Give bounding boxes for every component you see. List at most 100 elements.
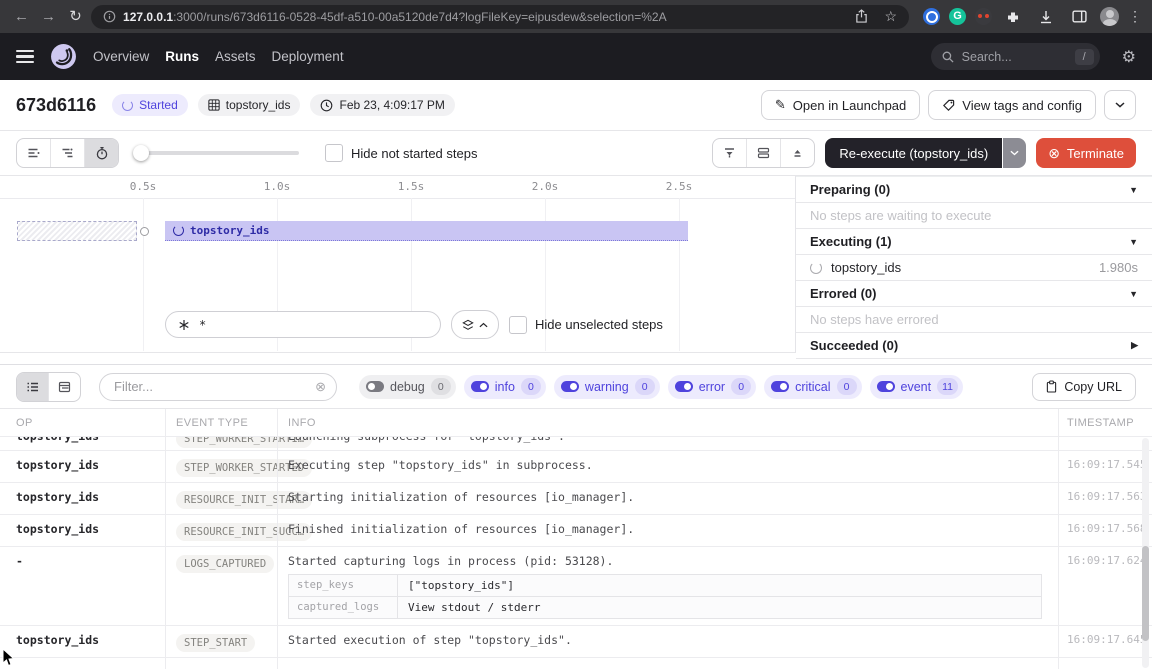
caret-down-icon: ▼ <box>1129 237 1138 247</box>
share-icon[interactable] <box>855 9 868 24</box>
log-row[interactable]: topstory_ids RESOURCE_INIT_SUCC… Finishe… <box>0 515 1152 547</box>
view-stdout-stderr-link[interactable]: View stdout / stderr <box>398 597 550 618</box>
level-toggle-event[interactable]: event 11 <box>870 375 964 399</box>
hide-unselected-row: Hide unselected steps <box>509 316 663 334</box>
search-shortcut-key: / <box>1075 49 1094 65</box>
col-op: OP <box>0 417 165 429</box>
extension-icon-blue[interactable] <box>923 8 940 25</box>
graph-query-button[interactable] <box>451 310 499 339</box>
run-main: 0.5s 1.0s 1.5s 2.0s 2.5s topstory_ids * <box>0 176 1152 364</box>
axis-tick: 1.5s <box>398 180 425 193</box>
waterfall-view-button[interactable] <box>50 139 84 167</box>
download-icon[interactable] <box>1034 10 1058 24</box>
log-filter-input[interactable] <box>112 378 315 395</box>
extension-icon-dark[interactable] <box>975 8 992 25</box>
gantt-step-bar[interactable]: topstory_ids <box>165 221 688 241</box>
log-row[interactable]: topstory_ids RESOURCE_INIT_STAR… Startin… <box>0 483 1152 515</box>
run-actions-chevron-button[interactable] <box>1104 90 1136 120</box>
gantt-dependency-dot <box>140 227 149 236</box>
nav-item-overview[interactable]: Overview <box>93 49 149 64</box>
app-nav: Overview Runs Assets Deployment Search..… <box>0 33 1152 80</box>
side-panel-icon[interactable] <box>1067 10 1091 23</box>
nav-item-runs[interactable]: Runs <box>165 49 199 64</box>
level-toggle-info[interactable]: info 0 <box>464 375 546 399</box>
level-toggle-error[interactable]: error 0 <box>668 375 756 399</box>
rows-button[interactable] <box>746 139 780 167</box>
log-timestamp[interactable]: 16:09:17.545 <box>1058 451 1152 482</box>
open-in-launchpad-button[interactable]: ✎ Open in Launchpad <box>761 90 920 120</box>
log-op: topstory_ids <box>0 451 165 478</box>
section-errored[interactable]: Errored (0) ▼ <box>796 281 1152 307</box>
terminate-button[interactable]: ⊗ Terminate <box>1036 138 1136 168</box>
reexecute-caret-button[interactable] <box>1003 138 1026 168</box>
log-row[interactable]: topstory_ids STEP_START Started executio… <box>0 626 1152 658</box>
section-executing[interactable]: Executing (1) ▼ <box>796 229 1152 255</box>
step-name[interactable]: topstory_ids <box>831 260 901 275</box>
log-op: topstory_ids <box>0 626 165 653</box>
hide-not-started-checkbox[interactable] <box>325 144 343 162</box>
level-count-badge: 0 <box>431 378 451 395</box>
gantt-zoom-slider[interactable] <box>133 145 299 161</box>
log-list-view-button[interactable] <box>17 373 48 401</box>
reexecute-button[interactable]: Re-execute (topstory_ids) <box>825 138 1002 168</box>
site-info-icon[interactable] <box>103 10 116 23</box>
reload-icon[interactable]: ↻ <box>64 0 87 33</box>
collapse-down-button[interactable] <box>713 139 746 167</box>
log-timestamp <box>1058 437 1152 451</box>
clear-filter-icon[interactable]: ⊗ <box>315 379 326 395</box>
eject-up-button[interactable] <box>780 139 814 167</box>
log-toolbar: ⊗ debug 0 info 0 warning 0 error 0 <box>0 364 1152 409</box>
event-log-table: OP EVENT TYPE INFO TIMESTAMP topstory_id… <box>0 409 1152 669</box>
profile-avatar[interactable] <box>1100 7 1119 26</box>
settings-gear-icon[interactable]: ⚙ <box>1122 47 1136 67</box>
log-timestamp[interactable]: 16:09:17.624 <box>1058 547 1152 625</box>
section-succeeded[interactable]: Succeeded (0) ▶ <box>796 333 1152 359</box>
log-timestamp[interactable]: 16:09:17.563 <box>1058 483 1152 514</box>
gridline <box>143 198 144 351</box>
clock-icon <box>320 99 333 112</box>
log-info: Executing step "topstory_ids" in subproc… <box>277 451 1058 482</box>
section-preparing[interactable]: Preparing (0) ▼ <box>796 177 1152 203</box>
search-placeholder: Search... <box>962 50 1067 64</box>
run-status-badge: Started <box>112 94 188 116</box>
address-bar[interactable]: 127.0.0.1:3000/runs/673d6116-0528-45df-a… <box>91 5 909 29</box>
flat-view-button[interactable] <box>17 139 50 167</box>
copy-url-button[interactable]: Copy URL <box>1032 373 1136 401</box>
nav-item-deployment[interactable]: Deployment <box>272 49 344 64</box>
extension-icon-grammarly[interactable]: G <box>949 8 966 25</box>
view-tags-config-button[interactable]: View tags and config <box>928 90 1096 120</box>
executing-step-row[interactable]: topstory_ids 1.980s <box>796 255 1152 281</box>
timed-view-button[interactable] <box>84 139 118 167</box>
job-name-tag[interactable]: topstory_ids <box>198 94 301 116</box>
log-row[interactable]: topstory_ids STEP_WORKER_STARTED Executi… <box>0 451 1152 483</box>
log-op: topstory_ids <box>0 515 165 542</box>
level-toggle-critical[interactable]: critical 0 <box>764 375 861 399</box>
log-view-mode-group <box>16 372 81 402</box>
log-timestamp[interactable]: 16:09:17.645 <box>1058 626 1152 657</box>
forward-icon[interactable]: → <box>37 0 60 33</box>
hide-unselected-checkbox[interactable] <box>509 316 527 334</box>
log-row-logs-captured[interactable]: - LOGS_CAPTURED Started capturing logs i… <box>0 547 1152 626</box>
back-icon[interactable]: ← <box>10 0 33 33</box>
errored-empty-text: No steps have errored <box>796 307 1152 333</box>
metadata-row: step_keys ["topstory_ids"] <box>289 575 1041 596</box>
search-input[interactable]: Search... / <box>931 43 1100 70</box>
log-scrollbar-thumb[interactable] <box>1142 546 1149 641</box>
slider-knob[interactable] <box>133 145 149 161</box>
log-structured-view-button[interactable] <box>48 373 80 401</box>
extensions-puzzle-icon[interactable] <box>1001 10 1025 24</box>
level-toggle-warning[interactable]: warning 0 <box>554 375 660 399</box>
log-filter-field[interactable]: ⊗ <box>99 373 337 401</box>
hamburger-menu-icon[interactable] <box>16 50 34 64</box>
gantt-chart: 0.5s 1.0s 1.5s 2.0s 2.5s topstory_ids * <box>0 176 796 353</box>
url-path: :3000/runs/673d6116-0528-45df-a510-00a51… <box>173 10 667 24</box>
log-timestamp[interactable]: 16:09:17.568 <box>1058 515 1152 546</box>
chrome-menu-icon[interactable]: ⋮ <box>1128 8 1142 25</box>
bookmark-star-icon[interactable]: ☆ <box>884 8 897 25</box>
level-toggle-debug[interactable]: debug 0 <box>359 375 456 399</box>
slider-track[interactable] <box>133 151 299 155</box>
log-row-clipped[interactable]: topstory_ids STEP_WORKER_STARTI… Launchi… <box>0 437 1152 451</box>
dagster-logo[interactable] <box>50 43 77 70</box>
step-selector-input[interactable]: * <box>165 311 441 338</box>
nav-item-assets[interactable]: Assets <box>215 49 256 64</box>
